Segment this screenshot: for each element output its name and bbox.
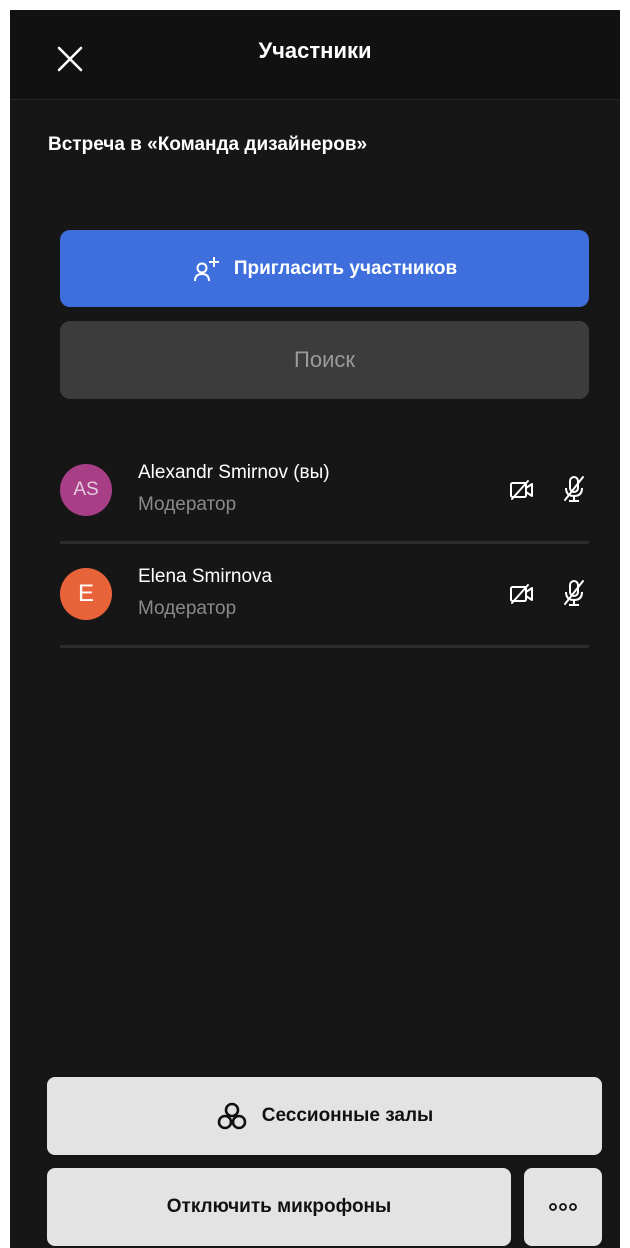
add-user-icon — [193, 256, 219, 281]
participant-role: Модератор — [138, 598, 237, 619]
camera-off-icon[interactable] — [508, 476, 536, 504]
avatar: E — [60, 568, 112, 620]
avatar: AS — [60, 464, 112, 516]
page-title: Участники — [258, 38, 372, 63]
more-icon — [549, 1203, 577, 1211]
invite-participants-button[interactable]: Пригласить участников — [60, 230, 589, 307]
more-button[interactable] — [524, 1168, 602, 1246]
mic-off-icon[interactable] — [560, 578, 588, 608]
participant-row[interactable]: E Elena Smirnova Модератор — [60, 544, 589, 648]
breakout-rooms-icon — [217, 1102, 247, 1130]
participant-name: Elena Smirnova — [138, 566, 273, 587]
camera-off-icon[interactable] — [508, 580, 536, 608]
mic-off-icon[interactable] — [560, 474, 588, 504]
search-input[interactable] — [60, 321, 589, 399]
search-box[interactable] — [60, 321, 589, 399]
mute-all-button[interactable]: Отключить микрофоны — [47, 1168, 511, 1246]
participant-row[interactable]: AS Alexandr Smirnov (вы) Модератор — [60, 440, 589, 544]
breakout-rooms-button[interactable]: Сессионные залы — [47, 1077, 602, 1155]
participant-list: AS Alexandr Smirnov (вы) Модератор E Ele… — [60, 440, 589, 648]
participants-screen: Участники Встреча в «Команда дизайнеров»… — [10, 10, 620, 1248]
meeting-title: Встреча в «Команда дизайнеров» — [48, 134, 368, 155]
participant-name: Alexandr Smirnov (вы) — [138, 462, 330, 483]
header: Участники — [10, 10, 620, 100]
invite-button-label: Пригласить участников — [233, 257, 458, 279]
mute-all-label: Отключить микрофоны — [166, 1196, 392, 1217]
breakout-rooms-label: Сессионные залы — [261, 1105, 434, 1126]
participant-role: Модератор — [138, 494, 237, 515]
